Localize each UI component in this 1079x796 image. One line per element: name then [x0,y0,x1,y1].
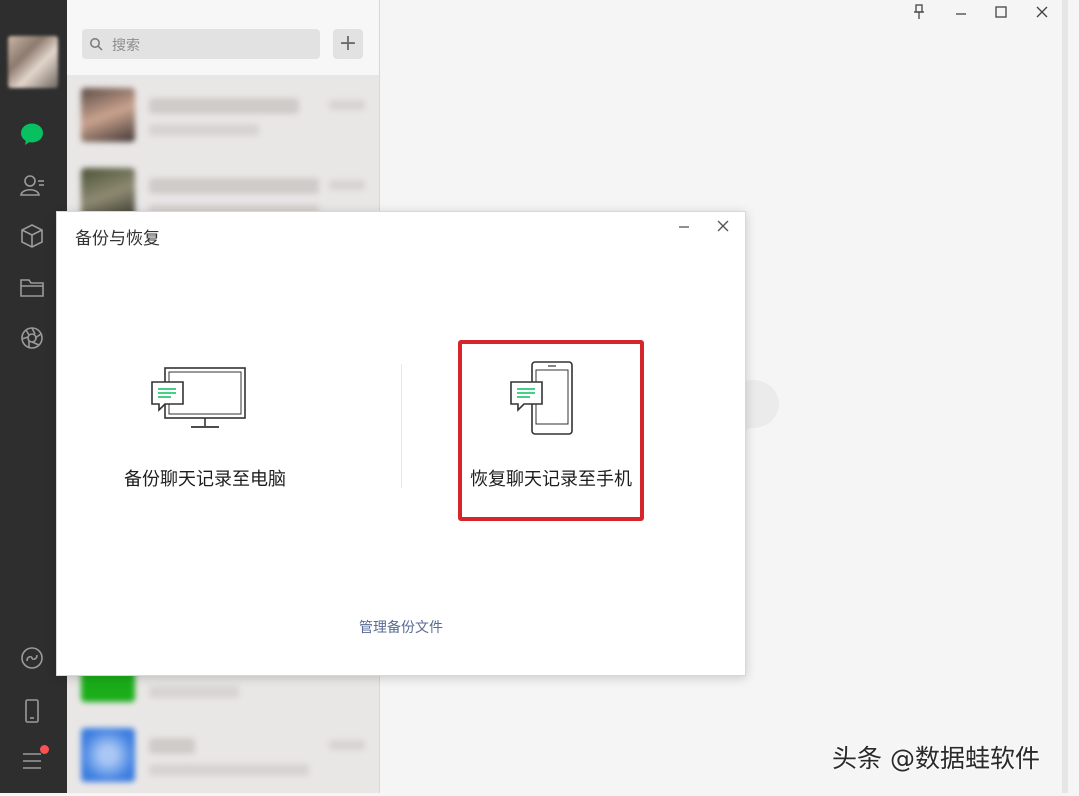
maximize-button[interactable] [990,4,1012,24]
add-button[interactable]: + [333,29,363,59]
message-preview-blur [149,686,239,698]
manage-backups-link[interactable]: 管理备份文件 [337,617,465,637]
contact-name-blur [149,178,319,194]
restore-to-phone-label: 恢复聊天记录至手机 [470,469,632,490]
scrollbar[interactable] [1062,0,1068,793]
pin-icon[interactable] [908,4,930,24]
contact-avatar [81,728,135,782]
mini-programs-icon[interactable] [17,643,47,673]
contact-name-blur [149,98,299,114]
avatar[interactable] [8,36,58,88]
moments-icon[interactable] [17,323,47,353]
dialog-close-button[interactable] [713,218,733,238]
minimize-button[interactable] [950,4,972,24]
favorites-icon[interactable] [17,221,47,251]
computer-chat-icon [151,367,246,428]
message-preview-blur [149,124,259,136]
timestamp-blur [329,100,365,110]
timestamp-blur [329,180,365,190]
backup-to-pc-label: 备份聊天记录至电脑 [124,469,286,490]
search-input[interactable]: 搜索 [82,29,320,59]
divider [401,364,402,488]
phone-chat-icon [510,361,573,435]
dialog-minimize-button[interactable] [674,220,694,240]
files-icon[interactable] [17,272,47,302]
list-item[interactable] [67,76,379,156]
chat-icon[interactable] [17,119,47,149]
chat-list-header: 搜索 + [67,0,379,75]
contacts-icon[interactable] [17,170,47,200]
restore-to-phone-option[interactable]: 恢复聊天记录至手机 [458,340,644,521]
dialog-title: 备份与恢复 [75,229,160,249]
notification-badge [40,745,49,754]
phone-icon[interactable] [17,696,47,726]
timestamp-blur [329,740,365,750]
search-placeholder: 搜索 [112,38,140,54]
close-button[interactable] [1031,4,1053,24]
contact-avatar [81,88,135,142]
watermark: 头条 @数据蛙软件 [832,744,1040,773]
backup-to-pc-option[interactable]: 备份聊天记录至电脑 [105,352,305,502]
list-item[interactable] [67,716,379,796]
contact-name-blur [149,738,195,754]
search-icon [90,38,103,51]
message-preview-blur [149,764,309,776]
backup-restore-dialog: 备份与恢复 备份聊天记录至电脑 恢复聊天记录至手机 管理备份文件 [56,211,746,676]
